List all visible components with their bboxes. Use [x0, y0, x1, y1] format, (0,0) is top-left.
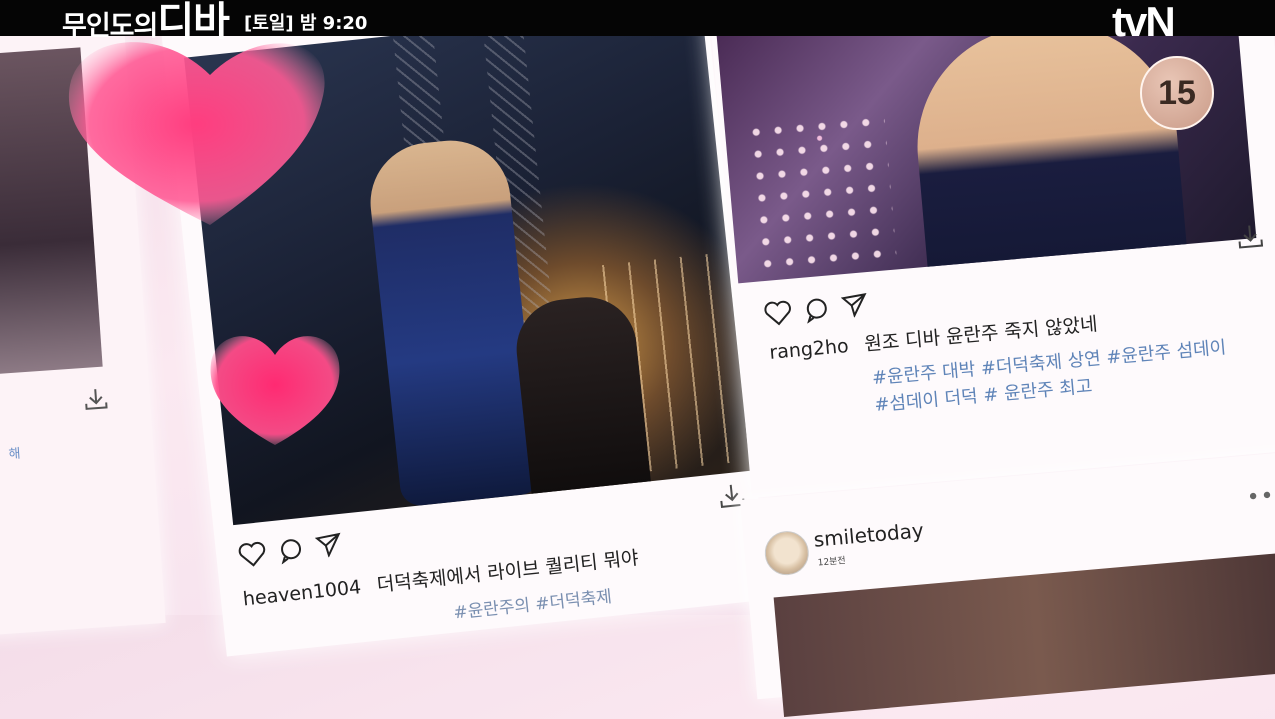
show-title-big: 디바 — [157, 0, 230, 45]
post-tags: #윤란주의 #더덕축제 — [452, 586, 613, 624]
comment-icon[interactable] — [277, 536, 306, 571]
small-heart-sticker — [210, 336, 340, 445]
heart-icon[interactable] — [237, 540, 268, 575]
guitarist-figure — [511, 292, 652, 504]
post-photo — [773, 552, 1275, 717]
airtime-label: [토일] 밤 9:20 — [244, 13, 368, 34]
post-photo — [716, 0, 1257, 284]
download-icon[interactable] — [1235, 222, 1266, 256]
channel-logo: tvN — [1112, 0, 1176, 45]
comment-icon[interactable] — [803, 295, 832, 329]
post-actions — [237, 532, 344, 575]
singer-closeup — [907, 14, 1189, 284]
more-options-icon[interactable]: ••• — [1246, 482, 1275, 511]
show-title-small: 무인도의 — [62, 11, 158, 42]
post-username[interactable]: smiletoday — [813, 518, 925, 552]
stage-lights — [744, 109, 897, 272]
age-rating-badge: 15 — [1140, 56, 1214, 130]
share-icon[interactable] — [840, 292, 870, 326]
post-actions — [763, 292, 869, 333]
avatar[interactable] — [762, 529, 811, 577]
post-username[interactable]: rang2ho — [769, 335, 850, 364]
download-icon[interactable] — [82, 386, 110, 418]
large-heart-sticker — [68, 42, 325, 226]
post-time: 12분전 — [817, 556, 847, 569]
broadcast-topbar: 무인도의디바 [토일] 밤 9:20 — [0, 0, 1275, 42]
share-icon[interactable] — [314, 532, 344, 567]
post-username[interactable]: heaven1004 — [242, 576, 362, 610]
post-tag-fragment: 해 — [8, 446, 22, 463]
heart-icon[interactable] — [763, 299, 794, 333]
show-title-logo: 무인도의디바 — [62, 2, 230, 43]
